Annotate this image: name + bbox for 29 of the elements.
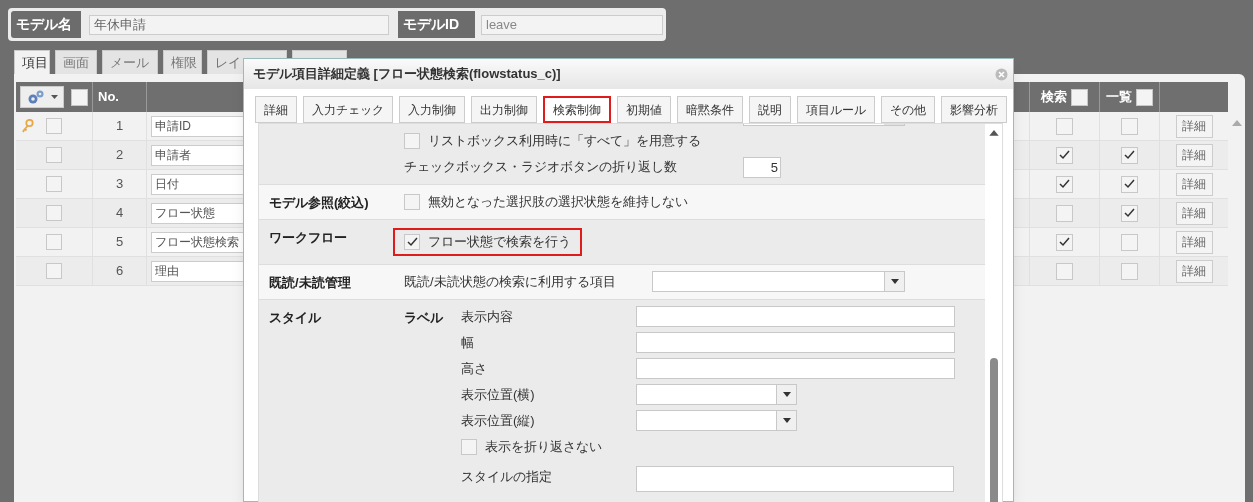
field-label: 高さ xyxy=(461,359,488,378)
dialog-title: モデル項目詳細定義 [フロー状態検索(flowstatus_c)] xyxy=(253,65,561,84)
row-number: 2 xyxy=(115,146,124,165)
row-number: 3 xyxy=(115,175,124,194)
field-label: 表示位置(横) xyxy=(461,385,536,404)
field-label: モデル名 xyxy=(11,11,81,38)
subheading: ラベル xyxy=(404,309,443,325)
field-label: チェックボックス・ラジオボタンの折り返し数 xyxy=(404,158,678,177)
checkbox-label: リストボックス利用時に「すべて」を用意する xyxy=(428,132,701,151)
row-number: 1 xyxy=(115,117,124,136)
field-label: モデルID xyxy=(398,11,475,38)
row-number: 4 xyxy=(115,204,124,223)
checkbox-label: 無効となった選択肢の選択状態を維持しない xyxy=(428,193,688,212)
field-label: 表示内容 xyxy=(461,307,514,326)
column-header: No. xyxy=(98,88,119,107)
field-label: 既読/未読状態の検索に利用する項目 xyxy=(404,272,617,291)
row-number: 5 xyxy=(115,233,124,252)
section-heading: 既読/未読管理 xyxy=(269,274,351,290)
field-label: スタイルの指定 xyxy=(461,467,553,486)
section-heading: モデル参照(絞込) xyxy=(269,195,369,210)
checkbox-label: フロー状態で検索を行う xyxy=(428,233,571,251)
column-header: 一覧 xyxy=(1106,88,1132,107)
row-number: 6 xyxy=(115,262,124,281)
column-header: 検索 xyxy=(1041,88,1067,107)
field-label: 表示位置(縦) xyxy=(461,411,536,430)
section-heading: スタイル xyxy=(269,309,321,325)
field-label: 幅 xyxy=(461,333,475,352)
checkbox-label: 表示を折り返さない xyxy=(485,437,602,456)
section-heading: ワークフロー xyxy=(269,230,347,245)
